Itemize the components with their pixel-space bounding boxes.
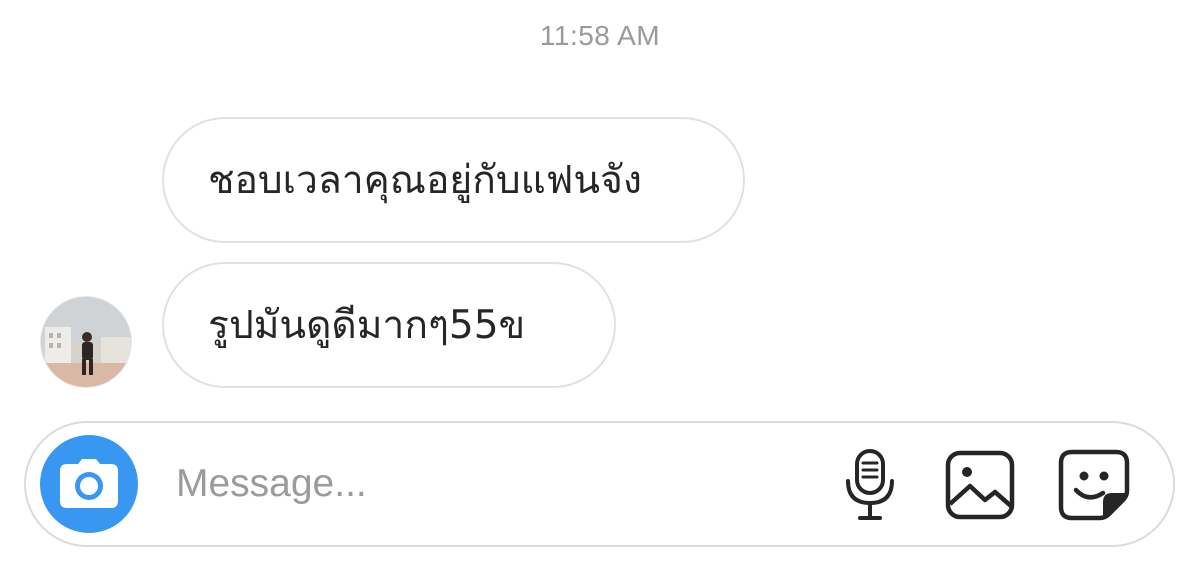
message-bubble[interactable]: ชอบเวลาคุณอยู่กับแฟนจัง	[162, 117, 745, 243]
message-bubble[interactable]: รูปมันดูดีมากๆ55ข	[162, 262, 616, 388]
sticker-button[interactable]	[1058, 449, 1130, 521]
message-timestamp: 11:58 AM	[539, 20, 661, 51]
message-text: ชอบเวลาคุณอยู่กับแฟนจัง	[208, 158, 642, 203]
message-text: รูปมันดูดีมากๆ55ข	[208, 303, 526, 348]
avatar-photo	[41, 297, 131, 387]
photo-gallery-button[interactable]	[944, 449, 1016, 521]
camera-icon	[60, 459, 118, 508]
sender-avatar[interactable]	[40, 296, 132, 388]
message-composer	[24, 421, 1175, 547]
gallery-icon	[945, 450, 1015, 520]
sticker-icon	[1058, 449, 1130, 521]
message-input[interactable]	[176, 451, 796, 517]
camera-button[interactable]	[40, 435, 138, 533]
microphone-icon	[846, 449, 894, 520]
voice-message-button[interactable]	[834, 449, 906, 521]
